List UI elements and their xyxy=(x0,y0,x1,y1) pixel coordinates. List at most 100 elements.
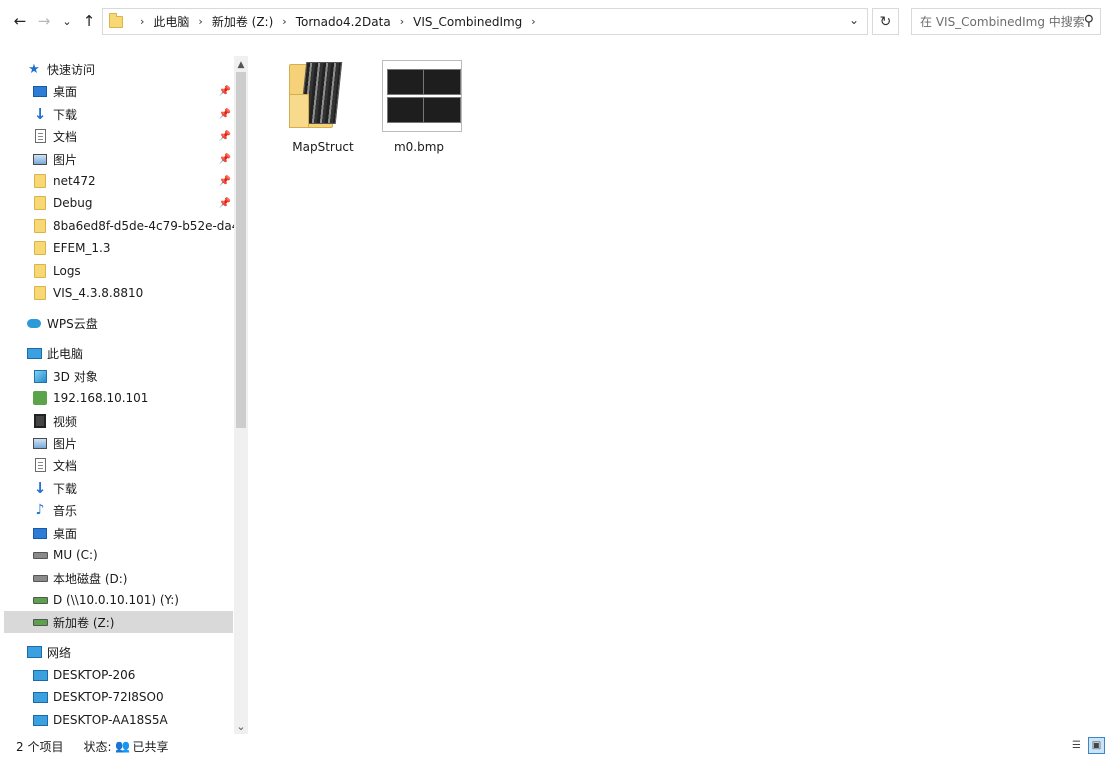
file-list-view[interactable]: MapStruct m0.bmp xyxy=(250,44,1108,734)
desktop-icon xyxy=(32,525,48,541)
breadcrumb-separator[interactable]: › xyxy=(282,15,286,28)
sidebar-item-network-location[interactable]: 192.168.10.101 xyxy=(32,387,232,409)
up-button[interactable]: ↑ xyxy=(78,9,100,33)
sidebar-item-desktop-aa18s5a[interactable]: DESKTOP-AA18S5A xyxy=(32,709,232,731)
file-name: m0.bmp xyxy=(393,140,445,154)
sidebar-item-label: 下载 xyxy=(53,481,78,496)
sidebar-item-music[interactable]: ♪ 音乐 xyxy=(32,499,232,521)
shared-status: 已共享 xyxy=(132,739,169,754)
sidebar-item-vis-version[interactable]: VIS_4.3.8.8810 xyxy=(32,282,232,304)
document-icon xyxy=(32,457,48,473)
pin-icon[interactable]: 📌 xyxy=(219,192,231,214)
refresh-button[interactable]: ↻ xyxy=(872,8,899,35)
sidebar-item-downloads[interactable]: ↓ 下载 xyxy=(32,103,232,125)
sidebar-item-label: 8ba6ed8f-d5de-4c79-b52e-da43f xyxy=(53,219,234,233)
sidebar-item-label: MU (C:) xyxy=(53,548,98,562)
sidebar-scroll-thumb[interactable] xyxy=(236,72,246,428)
sidebar-item-net472[interactable]: net472 xyxy=(32,170,232,192)
chevron-down-icon[interactable]: ⌄ xyxy=(849,13,859,27)
search-input[interactable]: 在 VIS_CombinedImg 中搜索 ⚲ xyxy=(911,8,1101,35)
pin-icon[interactable]: 📌 xyxy=(219,125,231,147)
sidebar-item-label: 文档 xyxy=(53,129,78,144)
sidebar-item-label: 文档 xyxy=(53,458,78,473)
sidebar-item-label: 图片 xyxy=(53,152,78,167)
breadcrumb-tornado-data[interactable]: Tornado4.2Data xyxy=(296,15,391,29)
music-icon: ♪ xyxy=(35,502,45,518)
sidebar-item-wps-cloud[interactable]: WPS云盘 xyxy=(26,312,226,334)
download-icon: ↓ xyxy=(33,105,47,123)
sidebar-item-label: DESKTOP-206 xyxy=(53,668,136,682)
status-label: 状态: xyxy=(83,739,112,754)
folder-icon xyxy=(32,263,48,279)
sidebar-item-drive-d[interactable]: 本地磁盘 (D:) xyxy=(32,567,232,589)
sidebar-item-label: DESKTOP-72I8SO0 xyxy=(53,690,164,704)
large-icons-view-button[interactable]: ▣ xyxy=(1088,737,1105,754)
scroll-down-icon[interactable]: ⌄ xyxy=(234,719,248,733)
sidebar-item-label: 新加卷 (Z:) xyxy=(53,615,115,630)
status-bar: 2 个项目 状态: 👥 已共享 xyxy=(0,734,1108,758)
sidebar-item-debug[interactable]: Debug xyxy=(32,192,232,214)
sidebar-item-drive-y[interactable]: D (\\10.0.10.101) (Y:) xyxy=(32,589,232,611)
breadcrumb-vis-combinedimg[interactable]: VIS_CombinedImg xyxy=(413,15,522,29)
sidebar-item-this-pc[interactable]: 此电脑 xyxy=(26,342,226,364)
sidebar-item-label: WPS云盘 xyxy=(47,316,98,331)
pin-icon[interactable]: 📌 xyxy=(219,80,231,102)
search-placeholder: 在 VIS_CombinedImg 中搜索 xyxy=(920,15,1085,29)
sidebar-item-label: 3D 对象 xyxy=(53,369,98,384)
recent-locations-button[interactable]: ⌄ xyxy=(60,9,74,33)
sidebar-item-label: 桌面 xyxy=(53,84,78,99)
star-icon: ★ xyxy=(28,61,40,77)
file-item-image[interactable]: m0.bmp xyxy=(372,56,466,160)
details-view-button[interactable]: ☰ xyxy=(1068,737,1085,754)
video-icon xyxy=(32,413,48,429)
sidebar-item-pictures[interactable]: 图片 xyxy=(32,432,232,454)
sidebar-item-efem[interactable]: EFEM_1.3 xyxy=(32,237,232,259)
sidebar-item-drive-c[interactable]: MU (C:) xyxy=(32,544,232,566)
address-toolbar: ← → ⌄ ↑ › 此电脑 › 新加卷 (Z:) › Tornado4.2Dat… xyxy=(0,0,1108,44)
back-button[interactable]: ← xyxy=(9,9,31,33)
file-item-folder[interactable]: MapStruct xyxy=(276,56,370,160)
sidebar-item-label: Debug xyxy=(53,196,93,210)
breadcrumb-this-pc[interactable]: 此电脑 xyxy=(153,13,189,30)
forward-button[interactable]: → xyxy=(33,9,55,33)
address-bar[interactable]: › 此电脑 › 新加卷 (Z:) › Tornado4.2Data › VIS_… xyxy=(102,8,868,35)
download-icon: ↓ xyxy=(33,479,47,497)
pin-icon[interactable]: 📌 xyxy=(219,103,231,125)
3d-objects-icon xyxy=(32,368,48,384)
sidebar-item-drive-z[interactable]: 新加卷 (Z:) xyxy=(4,611,233,633)
sidebar-item-desktop[interactable]: 桌面 xyxy=(32,522,232,544)
sidebar-item-pictures[interactable]: 图片 xyxy=(32,148,232,170)
sidebar-item-logs[interactable]: Logs xyxy=(32,260,232,282)
monitor-icon xyxy=(32,712,48,728)
sidebar-item-network[interactable]: 网络 xyxy=(26,641,226,663)
breadcrumb-separator[interactable]: › xyxy=(140,15,144,28)
search-icon[interactable]: ⚲ xyxy=(1084,13,1094,29)
sidebar-item-label: 桌面 xyxy=(53,526,78,541)
sidebar-item-desktop[interactable]: 桌面 xyxy=(32,80,232,102)
sidebar-item-desktop-206[interactable]: DESKTOP-206 xyxy=(32,664,232,686)
sidebar-item-label: Logs xyxy=(53,264,81,278)
folder-icon xyxy=(32,173,48,189)
folder-icon xyxy=(32,195,48,211)
sidebar-item-videos[interactable]: 视频 xyxy=(32,410,232,432)
network-drive-icon xyxy=(32,614,48,630)
sidebar-item-quick-access[interactable]: ★ 快速访问 xyxy=(26,58,226,80)
breadcrumb-separator[interactable]: › xyxy=(198,15,202,28)
breadcrumb-drive-z[interactable]: 新加卷 (Z:) xyxy=(212,13,273,30)
picture-icon xyxy=(32,151,48,167)
sidebar-item-documents[interactable]: 文档 xyxy=(32,454,232,476)
sidebar-item-downloads[interactable]: ↓ 下载 xyxy=(32,477,232,499)
sidebar-item-label: 本地磁盘 (D:) xyxy=(53,571,128,586)
sidebar-item-label: 此电脑 xyxy=(47,346,84,361)
pin-icon[interactable]: 📌 xyxy=(219,148,231,170)
breadcrumb-separator[interactable]: › xyxy=(400,15,404,28)
sidebar-item-guid-folder[interactable]: 8ba6ed8f-d5de-4c79-b52e-da43f xyxy=(32,215,234,237)
breadcrumb-separator[interactable]: › xyxy=(531,15,535,28)
network-icon xyxy=(26,644,42,660)
sidebar-item-desktop-72i8so0[interactable]: DESKTOP-72I8SO0 xyxy=(32,686,232,708)
scroll-up-icon[interactable]: ▲ xyxy=(234,58,248,72)
pin-icon[interactable]: 📌 xyxy=(219,170,231,192)
folder-icon xyxy=(109,12,123,28)
sidebar-item-documents[interactable]: 文档 xyxy=(32,125,232,147)
sidebar-item-3d-objects[interactable]: 3D 对象 xyxy=(32,365,232,387)
